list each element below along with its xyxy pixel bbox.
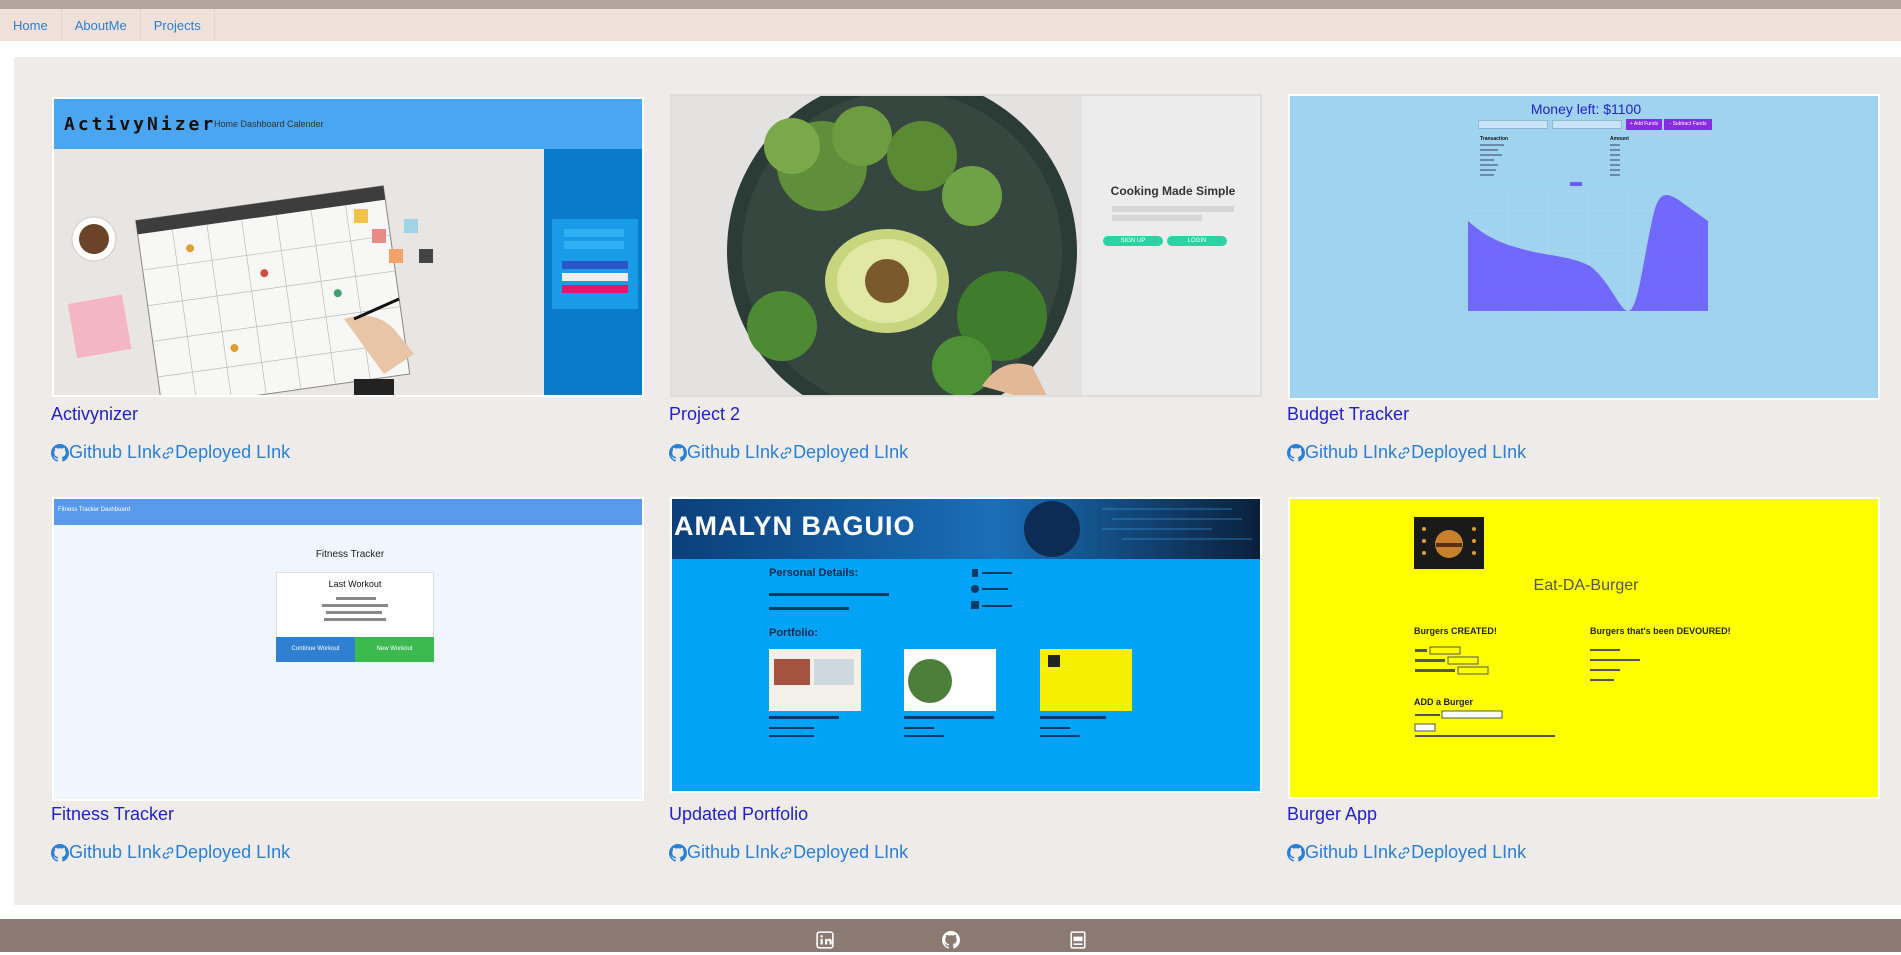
deployed-link[interactable]: Deployed LInk xyxy=(1397,842,1526,863)
footer xyxy=(0,919,1901,955)
github-icon xyxy=(669,843,687,862)
thumb-continue: Continue Workout xyxy=(276,637,355,662)
nav-home[interactable]: Home xyxy=(0,9,62,41)
thumb-heading: Cooking Made Simple xyxy=(1110,184,1236,198)
project-title-updated-portfolio[interactable]: Updated Portfolio xyxy=(669,804,808,825)
github-link-label: Github LInk xyxy=(687,442,780,462)
github-icon xyxy=(51,843,69,862)
thumb-created: Burgers CREATED! xyxy=(1414,626,1497,636)
project-links-burger-app: Github LInk Deployed LInk xyxy=(1287,842,1526,863)
project-title-fitness-tracker[interactable]: Fitness Tracker xyxy=(51,804,174,825)
project-thumbnail-fitness-tracker[interactable]: Fitness Tracker Dashboard Fitness Tracke… xyxy=(52,497,644,801)
deployed-link-label: Deployed LInk xyxy=(1411,442,1527,462)
link-icon xyxy=(162,446,174,459)
thumb-menu: Home Dashboard Calender xyxy=(214,119,324,129)
github-link-label: Github LInk xyxy=(69,442,162,462)
deployed-link[interactable]: Deployed LInk xyxy=(779,842,908,863)
github-icon xyxy=(1287,443,1305,462)
thumb-heading: Eat-DA-Burger xyxy=(1533,577,1639,594)
link-icon xyxy=(162,846,174,859)
deployed-link[interactable]: Deployed LInk xyxy=(1397,442,1526,463)
project-thumbnail-burger-app[interactable]: Eat-DA-Burger Burgers CREATED! Burgers t… xyxy=(1288,497,1880,799)
thumb-add: ADD a Burger xyxy=(1414,697,1474,707)
github-link[interactable]: Github LInk xyxy=(51,842,161,863)
github-link-label: Github LInk xyxy=(1305,442,1398,462)
github-link[interactable]: Github LInk xyxy=(669,442,779,463)
linkedin-icon[interactable] xyxy=(816,931,834,949)
nav-projects[interactable]: Projects xyxy=(141,9,215,41)
thumb-login: LOGIN xyxy=(1167,236,1227,246)
github-link-label: Github LInk xyxy=(69,842,162,862)
project-links-project-2: Github LInk Deployed LInk xyxy=(669,442,908,463)
project-thumbnail-activynizer[interactable]: ActivyNizer Home Dashboard Calender xyxy=(52,97,644,397)
project-title-project-2[interactable]: Project 2 xyxy=(669,404,740,425)
project-links-activynizer: Github LInk Deployed LInk xyxy=(51,442,290,463)
project-title-burger-app[interactable]: Burger App xyxy=(1287,804,1377,825)
github-link[interactable]: Github LInk xyxy=(1287,842,1397,863)
github-icon xyxy=(51,443,69,462)
project-links-budget-tracker: Github LInk Deployed LInk xyxy=(1287,442,1526,463)
link-icon xyxy=(780,846,792,859)
deployed-link[interactable]: Deployed LInk xyxy=(161,842,290,863)
thumb-devoured: Burgers that's been DEVOURED! xyxy=(1590,626,1731,636)
project-links-updated-portfolio: Github LInk Deployed LInk xyxy=(669,842,908,863)
project-thumbnail-budget-tracker[interactable]: Money left: $1100 + Add Funds - Subtract… xyxy=(1288,94,1880,400)
link-icon xyxy=(1398,846,1410,859)
github-link[interactable]: Github LInk xyxy=(51,442,161,463)
github-icon xyxy=(669,443,687,462)
project-thumbnail-project-2[interactable]: Cooking Made Simple SIGN UP LOGIN xyxy=(670,94,1262,397)
project-title-budget-tracker[interactable]: Budget Tracker xyxy=(1287,404,1409,425)
github-icon xyxy=(1287,843,1305,862)
deployed-link-label: Deployed LInk xyxy=(175,842,291,862)
github-icon[interactable] xyxy=(942,931,960,949)
project-links-fitness-tracker: Github LInk Deployed LInk xyxy=(51,842,290,863)
deployed-link[interactable]: Deployed LInk xyxy=(161,442,290,463)
navbar: Home AboutMe Projects xyxy=(0,9,1901,41)
top-strip xyxy=(0,0,1901,9)
nav-aboutme[interactable]: AboutMe xyxy=(62,9,141,41)
thumb-signup: SIGN UP xyxy=(1103,236,1163,246)
link-icon xyxy=(780,446,792,459)
deployed-link-label: Deployed LInk xyxy=(175,442,291,462)
link-icon xyxy=(1398,446,1410,459)
thumb-new: New Workout xyxy=(355,637,434,662)
pdf-icon[interactable] xyxy=(1069,931,1087,949)
thumb-logo: ActivyNizer xyxy=(64,114,217,135)
project-title-activynizer[interactable]: Activynizer xyxy=(51,404,138,425)
github-link-label: Github LInk xyxy=(1305,842,1398,862)
github-link[interactable]: Github LInk xyxy=(669,842,779,863)
project-thumbnail-updated-portfolio[interactable]: AMALYN BAGUIO Personal Details: Portfoli… xyxy=(670,497,1262,793)
deployed-link-label: Deployed LInk xyxy=(1411,842,1527,862)
github-link-label: Github LInk xyxy=(687,842,780,862)
deployed-link[interactable]: Deployed LInk xyxy=(779,442,908,463)
deployed-link-label: Deployed LInk xyxy=(793,842,909,862)
github-link[interactable]: Github LInk xyxy=(1287,442,1397,463)
deployed-link-label: Deployed LInk xyxy=(793,442,909,462)
projects-section: ActivyNizer Home Dashboard Calender Acti… xyxy=(14,57,1901,905)
